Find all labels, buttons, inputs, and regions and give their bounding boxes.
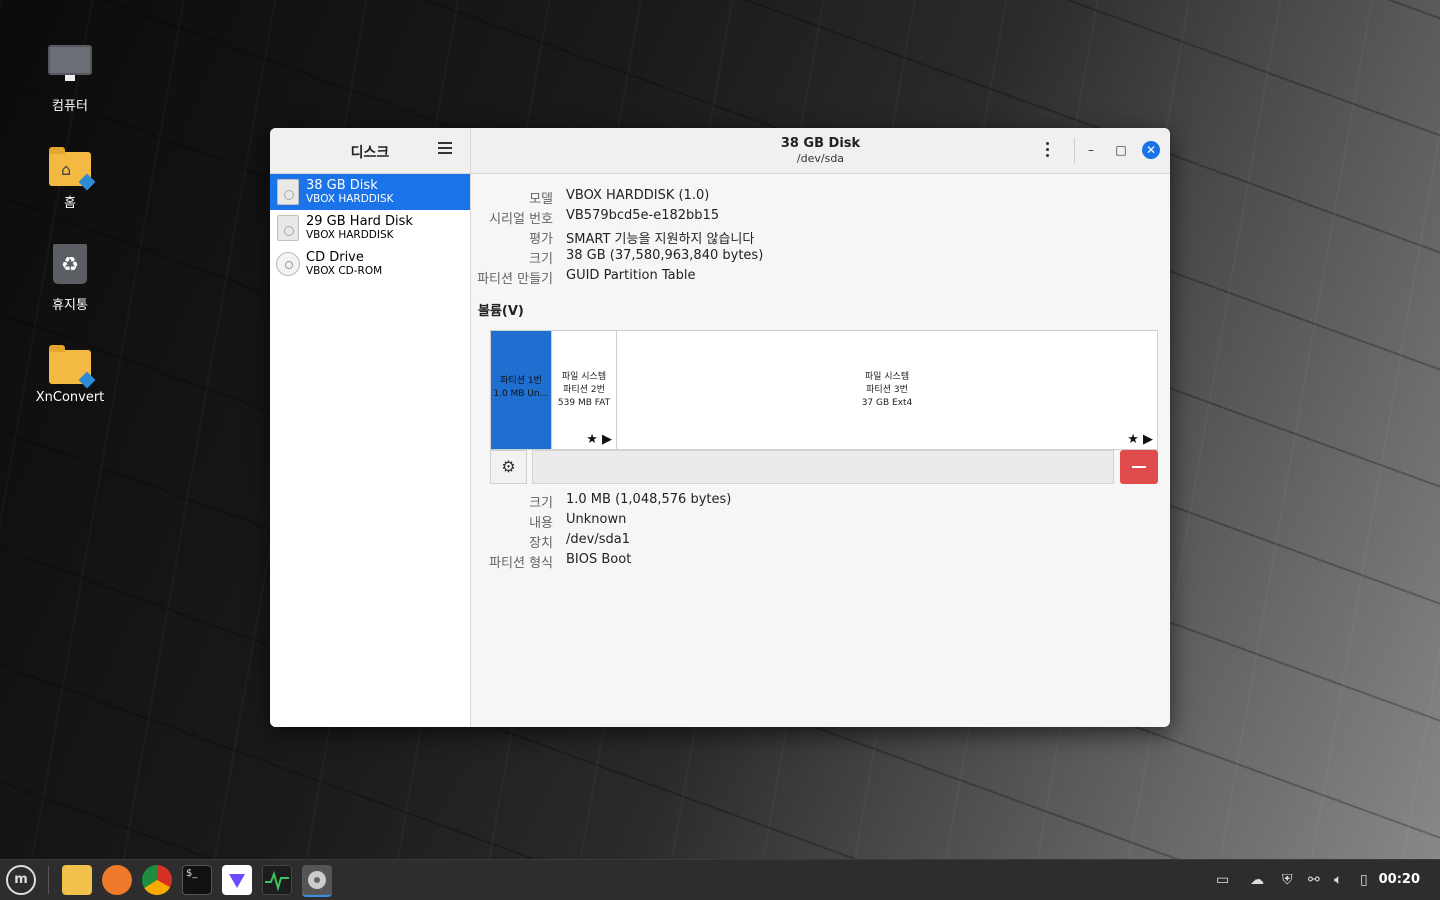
desktop-icon-label: 휴지통 <box>52 298 88 313</box>
partition-toolbar: ⚙ <box>490 450 1158 484</box>
property-label: 모델 <box>529 192 553 207</box>
hard-disk-icon <box>277 215 299 241</box>
property-value: 1.0 MB (1,048,576 bytes) <box>566 492 732 507</box>
header-bar: 38 GB Disk /dev/sda – □ ✕ <box>471 128 1170 174</box>
property-label: 내용 <box>529 516 553 531</box>
terminal-icon[interactable]: $_ <box>182 865 212 895</box>
desktop-icon-home[interactable]: ⌂ 홈 <box>30 142 110 211</box>
desktop-icon-xnconvert[interactable]: XnConvert <box>30 340 110 405</box>
property-label: 파티션 만들기 <box>477 272 553 287</box>
network-card-icon[interactable]: ▭ <box>1216 860 1229 900</box>
property-label: 평가 <box>529 232 553 247</box>
property-label: 시리얼 번호 <box>489 212 553 227</box>
volumes-heading: 볼륨(V) <box>478 304 524 319</box>
partition-label: 파티션 3번 <box>866 385 908 395</box>
property-label: 장치 <box>529 536 553 551</box>
property-value: VB579bcd5e-e182bb15 <box>566 208 720 223</box>
minimize-button[interactable]: – <box>1081 140 1101 160</box>
partition-label: 파티션 2번 <box>563 385 605 395</box>
desktop-icon-label: 홈 <box>64 196 76 211</box>
window-subtitle: /dev/sda <box>796 152 845 165</box>
property-value: BIOS Boot <box>566 552 632 567</box>
desktop-icon-trash[interactable]: ♻ 휴지통 <box>30 242 110 313</box>
mount-star-play-icon[interactable]: ★ ▶ <box>586 432 612 447</box>
desktop-icon-label: XnConvert <box>35 390 105 405</box>
disks-app-icon[interactable] <box>302 865 332 897</box>
cd-drive-icon <box>276 252 300 276</box>
property-value: 38 GB (37,580,963,840 bytes) <box>566 248 764 263</box>
desktop-icon-label: 컴퓨터 <box>52 99 88 114</box>
gear-icon[interactable]: ⚙ <box>490 450 527 484</box>
cloud-icon[interactable]: ☁ <box>1250 860 1264 900</box>
computer-icon <box>48 45 92 89</box>
disks-window: 디스크 38 GB Disk VBOX HARDDISK 29 GB Hard … <box>270 128 1170 727</box>
property-value: SMART 기능을 지원하지 않습니다 <box>566 232 755 247</box>
property-value: Unknown <box>566 512 627 527</box>
shield-icon[interactable]: ⛨ <box>1282 860 1293 900</box>
partition-2[interactable]: 파일 시스템 파티션 2번 539 MB FAT ★ ▶ <box>551 331 617 449</box>
delete-partition-button[interactable] <box>1120 450 1158 484</box>
partition-1[interactable]: 파티션 1번 1.0 MB Un… <box>491 331 551 449</box>
volume-icon[interactable]: 🔈︎ <box>1334 860 1342 900</box>
mint-menu-icon[interactable]: m <box>6 865 36 895</box>
files-icon[interactable] <box>62 865 92 895</box>
window-title: 38 GB Disk <box>780 136 861 151</box>
partition-label: 파티션 1번 <box>500 376 542 386</box>
partition-label: 37 GB Ext4 <box>861 398 913 408</box>
partition-label: 539 MB FAT <box>557 398 611 408</box>
battery-icon[interactable]: ▯ <box>1360 860 1368 900</box>
partition-3[interactable]: 파일 시스템 파티션 3번 37 GB Ext4 ★ ▶ <box>617 331 1157 449</box>
folder-icon <box>48 340 96 389</box>
home-folder-icon: ⌂ <box>48 142 96 191</box>
system-monitor-icon[interactable] <box>262 865 292 895</box>
chrome-icon[interactable] <box>142 865 172 895</box>
taskbar-separator <box>48 866 49 894</box>
desktop-icon-computer[interactable]: 컴퓨터 <box>30 42 110 114</box>
partition-label: 파일 시스템 <box>561 372 607 382</box>
sidebar-header: 디스크 <box>270 128 470 174</box>
firefox-icon[interactable] <box>102 865 132 895</box>
mount-star-play-icon[interactable]: ★ ▶ <box>1127 432 1153 447</box>
close-button[interactable]: ✕ <box>1142 141 1160 159</box>
partition-label: 파일 시스템 <box>864 372 910 382</box>
property-value: VBOX HARDDISK (1.0) <box>566 188 710 203</box>
more-options-icon[interactable] <box>1044 142 1050 160</box>
partition-action-bar <box>532 450 1114 484</box>
property-label: 크기 <box>529 496 553 511</box>
property-label: 크기 <box>529 252 553 267</box>
hamburger-menu-icon[interactable] <box>438 142 452 154</box>
volume-map: 파티션 1번 1.0 MB Un… 파일 시스템 파티션 2번 539 MB F… <box>490 330 1158 450</box>
trash-icon: ♻ <box>48 244 92 288</box>
maximize-button[interactable]: □ <box>1111 140 1131 160</box>
main-panel: 38 GB Disk /dev/sda – □ ✕ 모델 VBOX HARDDIS… <box>471 128 1170 727</box>
clock[interactable]: 00:20 <box>1379 860 1420 900</box>
header-separator <box>1074 138 1075 164</box>
partition-label: 1.0 MB Un… <box>493 389 549 399</box>
taskbar: m $_ ▭ ☁ ⛨ ⚯ 🔈︎ ▯ 00:20 <box>0 859 1440 900</box>
hard-disk-icon <box>277 179 299 205</box>
network-icon[interactable]: ⚯ <box>1308 860 1320 900</box>
property-label: 파티션 형식 <box>489 556 553 571</box>
property-value: /dev/sda1 <box>566 532 630 547</box>
property-value: GUID Partition Table <box>566 268 696 283</box>
protonvpn-icon[interactable] <box>222 865 252 895</box>
